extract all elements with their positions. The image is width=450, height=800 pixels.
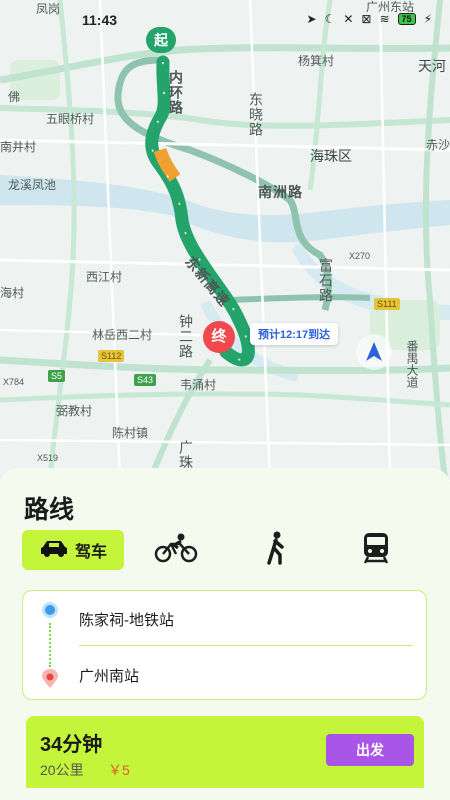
road-shield: S43 [134, 374, 157, 386]
road-label: 内环路 [168, 70, 184, 115]
road-shield: S111 [374, 298, 400, 310]
place-label: 广州东站 [366, 0, 415, 14]
place-label: 南井村 [0, 140, 37, 154]
place-label: 天河 [418, 58, 446, 74]
road-shield: X270 [349, 251, 371, 261]
start-marker[interactable]: 起 [146, 27, 180, 57]
place-label: 番禺大道 [405, 340, 419, 388]
place-label: 佛 [8, 90, 21, 104]
road-label: 南洲路 [258, 184, 303, 200]
place-label: 赤沙 [426, 138, 450, 152]
bike-icon [154, 533, 198, 568]
road-shield: S112 [98, 350, 125, 362]
moon-icon: ☾ [324, 12, 336, 26]
train-icon [361, 531, 391, 570]
route-endpoints-card: 陈家祠-地铁站 广州南站 [22, 590, 427, 700]
destination-field[interactable]: 广州南站 [79, 665, 139, 686]
route-panel: 路线 驾车 陈家祠-地铁站 广州南站 34分钟 20公里 ￥5 出发 [0, 468, 450, 800]
place-label: 弼教村 [56, 404, 93, 418]
origin-field[interactable]: 陈家祠-地铁站 [79, 609, 174, 630]
tab-drive[interactable]: 驾车 [22, 530, 124, 570]
place-label: 西江村 [86, 270, 123, 284]
map-view[interactable]: 11:43 ➤ ☾ ✕ ⊠ ≋ 75 ⚡ 凤岗 广州东站 杨箕村 天河 佛 五眼… [0, 0, 450, 480]
route-connector [49, 623, 51, 667]
place-label: 海珠区 [310, 148, 352, 164]
mute-icon: ✕ [343, 12, 354, 26]
place-label: 杨箕村 [298, 54, 335, 68]
place-label: 陈村镇 [112, 426, 149, 440]
road-label: 钟二路 [178, 314, 194, 359]
route-result-card[interactable]: 34分钟 20公里 ￥5 出发 [26, 716, 424, 788]
tab-drive-label: 驾车 [74, 544, 107, 561]
place-label: 林岳西二村 [92, 328, 153, 342]
tab-bike[interactable] [148, 530, 204, 570]
place-label: 韦涌村 [180, 378, 217, 392]
start-point-icon [41, 601, 59, 619]
road-shield: S5 [48, 370, 66, 382]
go-button[interactable]: 出发 [326, 734, 414, 766]
end-point-icon [41, 669, 59, 689]
route-cost: ￥5 [108, 762, 130, 778]
my-location-icon[interactable] [356, 334, 392, 370]
location-icon: ➤ [306, 12, 317, 26]
place-label: 海村 [0, 286, 25, 300]
charging-icon: ⚡ [423, 12, 432, 26]
travel-mode-tabs: 驾车 [22, 530, 432, 572]
tab-transit[interactable] [348, 530, 404, 570]
road-label: 广珠 [178, 440, 194, 470]
status-time: 11:43 [82, 12, 118, 28]
road-label: 东晓路 [248, 92, 264, 137]
end-marker[interactable]: 终 [203, 321, 237, 361]
eta-label: 预计12:17到达 [250, 323, 339, 345]
panel-title: 路线 [24, 496, 75, 524]
route-distance: 20公里 [40, 762, 84, 778]
start-marker-label: 起 [146, 27, 176, 53]
walk-icon [263, 531, 289, 570]
route-duration: 34分钟 [40, 734, 103, 756]
road-label: 富石路 [318, 258, 334, 303]
tab-walk[interactable] [248, 530, 304, 570]
place-label: 龙溪凤池 [8, 178, 57, 192]
car-icon [39, 539, 69, 562]
place-label: 凤岗 [36, 2, 61, 16]
end-marker-label: 终 [203, 321, 235, 353]
divider [79, 645, 413, 646]
road-shield: X519 [37, 453, 59, 463]
road-shield: X784 [3, 377, 25, 387]
place-label: 五眼桥村 [46, 112, 95, 126]
